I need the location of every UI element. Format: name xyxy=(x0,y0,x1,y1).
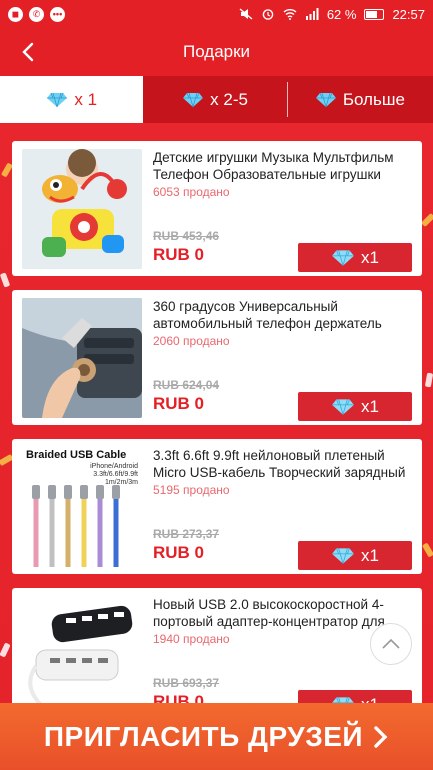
old-price: RUB 624,04 xyxy=(153,378,220,392)
diamond-icon xyxy=(315,92,336,107)
viber-icon: ✆ xyxy=(29,6,44,22)
clock: 22:57 xyxy=(392,6,425,22)
product-info: 360 градусов Универсальный автомобильный… xyxy=(142,298,412,421)
signal-icon xyxy=(305,8,319,20)
product-card[interactable]: 360 градусов Универсальный автомобильный… xyxy=(12,290,422,425)
more-notifications-icon: ••• xyxy=(50,6,65,22)
chevron-up-icon xyxy=(382,638,400,649)
notification-icon: ◼ xyxy=(8,6,23,22)
product-card[interactable]: Детские игрушки Музыка Мультфильм Телефо… xyxy=(12,141,422,276)
diamond-icon xyxy=(183,92,204,107)
old-price: RUB 693,37 xyxy=(153,676,220,690)
redeem-button[interactable]: x1 xyxy=(298,690,412,703)
sold-count: 2060 продано xyxy=(153,334,230,348)
new-price: RUB 0 xyxy=(153,245,205,264)
diamond-icon xyxy=(332,249,354,266)
battery-text: 62 % xyxy=(326,6,357,22)
status-bar: ◼ ✆ ••• 62 % 22:57 xyxy=(0,0,433,28)
new-price: RUB 0 xyxy=(153,692,205,703)
tab-x1[interactable]: x 1 xyxy=(0,76,144,123)
product-info: 3.3ft 6.6ft 9.9ft нейлоновый плетеный Mi… xyxy=(142,447,412,570)
confetti-decoration xyxy=(0,272,11,288)
confetti-decoration xyxy=(420,212,433,228)
mute-icon xyxy=(239,8,253,20)
redeem-button[interactable]: x1 xyxy=(298,243,412,272)
diamond-icon xyxy=(332,696,354,703)
tab-label: x 1 xyxy=(74,89,98,109)
product-title[interactable]: Детские игрушки Музыка Мультфильм Телефо… xyxy=(153,149,412,183)
tab-more[interactable]: Больше xyxy=(286,76,433,123)
redeem-cost: x1 xyxy=(361,545,379,565)
app-header: Подарки xyxy=(0,28,433,76)
usb-hub-image xyxy=(22,596,142,703)
page-title: Подарки xyxy=(182,42,251,61)
redeem-cost: x1 xyxy=(361,247,379,267)
cost-tabs: x 1 x 2-5 Больше xyxy=(0,76,433,123)
new-price: RUB 0 xyxy=(153,543,205,562)
tab-divider xyxy=(286,82,288,117)
redeem-cost: x1 xyxy=(361,396,379,416)
product-title[interactable]: Новый USB 2.0 высокоскоростной 4-портовы… xyxy=(153,596,412,630)
usb-cable-image: Braided USB Cable iPhone/Android 3.3ft/6… xyxy=(22,447,142,567)
invite-friends-button[interactable]: ПРИГЛАСИТЬ ДРУЗЕЙ xyxy=(0,703,433,770)
sold-count: 5195 продано xyxy=(153,483,230,497)
car-phone-holder-image xyxy=(22,298,142,418)
tab-x2-5[interactable]: x 2-5 xyxy=(143,76,286,123)
product-title[interactable]: 3.3ft 6.6ft 9.9ft нейлоновый плетеный Mi… xyxy=(153,447,412,481)
diamond-icon xyxy=(332,398,354,415)
chevron-right-icon xyxy=(374,725,388,748)
alarm-icon xyxy=(262,9,274,20)
wifi-icon xyxy=(283,9,297,20)
back-button[interactable] xyxy=(14,38,42,66)
product-card[interactable]: Новый USB 2.0 высокоскоростной 4-портовы… xyxy=(12,588,422,703)
invite-label: ПРИГЛАСИТЬ ДРУЗЕЙ xyxy=(43,720,364,752)
sold-count: 6053 продано xyxy=(153,185,230,199)
diamond-icon xyxy=(47,92,68,107)
confetti-decoration xyxy=(424,372,433,388)
chevron-left-icon xyxy=(22,42,34,62)
old-price: RUB 453,46 xyxy=(153,229,220,243)
diamond-icon xyxy=(332,547,354,564)
battery-icon xyxy=(364,8,385,20)
confetti-decoration xyxy=(421,542,433,558)
redeem-cost: x1 xyxy=(361,695,379,704)
product-list[interactable]: Детские игрушки Музыка Мультфильм Телефо… xyxy=(0,123,433,703)
redeem-button[interactable]: x1 xyxy=(298,392,412,421)
toy-phone-image xyxy=(22,149,142,269)
scroll-to-top-button[interactable] xyxy=(370,623,412,665)
confetti-decoration xyxy=(0,642,11,658)
new-price: RUB 0 xyxy=(153,394,205,413)
tab-label: Больше xyxy=(342,89,405,109)
redeem-button[interactable]: x1 xyxy=(298,541,412,570)
product-title[interactable]: 360 градусов Универсальный автомобильный… xyxy=(153,298,412,332)
product-info: Детские игрушки Музыка Мультфильм Телефо… xyxy=(142,149,412,272)
old-price: RUB 273,37 xyxy=(153,527,220,541)
product-card[interactable]: Braided USB Cable iPhone/Android 3.3ft/6… xyxy=(12,439,422,574)
tab-label: x 2-5 xyxy=(210,89,248,109)
